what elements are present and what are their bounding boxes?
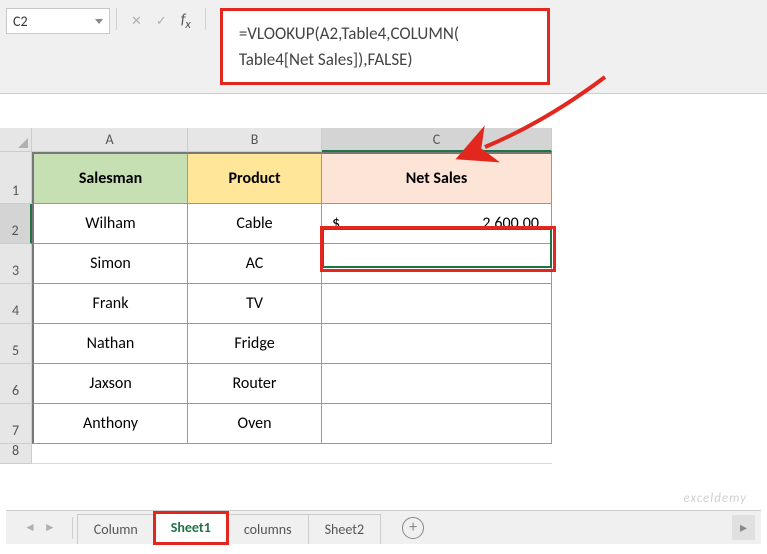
header-salesman[interactable]: Salesman bbox=[32, 152, 188, 204]
separator bbox=[72, 517, 73, 539]
cell-b7[interactable]: Oven bbox=[188, 404, 322, 444]
sheet-tabs-bar: ◄ ► Column Sheet1 columns Sheet2 + ▸ bbox=[6, 510, 761, 544]
row-header-5[interactable]: 5 bbox=[0, 324, 32, 364]
row-header-3[interactable]: 3 bbox=[0, 244, 32, 284]
nav-next-icon[interactable]: ► bbox=[44, 520, 56, 535]
cell-b5[interactable]: Fridge bbox=[188, 324, 322, 364]
tabs-strip: Column Sheet1 columns Sheet2 bbox=[77, 512, 380, 544]
tab-column[interactable]: Column bbox=[77, 514, 155, 544]
formula-bar: C2 ✕ ✓ fx =VLOOKUP(A2,Table4,COLUMN( Tab… bbox=[0, 0, 767, 94]
table-row: 2 Wilham Cable $ 2,600.00 bbox=[0, 204, 767, 244]
separator bbox=[116, 8, 117, 30]
cell-a5[interactable]: Nathan bbox=[32, 324, 188, 364]
cell-c7[interactable] bbox=[322, 404, 552, 444]
cell-b6[interactable]: Router bbox=[188, 364, 322, 404]
table-row: 1 Salesman Product Net Sales bbox=[0, 152, 767, 204]
cell-c6[interactable] bbox=[322, 364, 552, 404]
cell-b3[interactable]: AC bbox=[188, 244, 322, 284]
nav-prev-icon[interactable]: ◄ bbox=[24, 520, 36, 535]
fx-icon[interactable]: fx bbox=[181, 11, 191, 32]
cell-c4[interactable] bbox=[322, 284, 552, 324]
table-row: 7 Anthony Oven bbox=[0, 404, 767, 444]
tabs-scroll-right[interactable]: ▸ bbox=[732, 515, 755, 540]
currency-symbol: $ bbox=[330, 214, 340, 233]
add-sheet-button[interactable]: + bbox=[402, 517, 424, 539]
formula-line-1: =VLOOKUP(A2,Table4,COLUMN( bbox=[239, 21, 531, 47]
chevron-down-icon[interactable] bbox=[95, 19, 103, 24]
cell-c3[interactable] bbox=[322, 244, 552, 284]
cancel-icon[interactable]: ✕ bbox=[131, 14, 142, 29]
cell-b8[interactable] bbox=[188, 444, 322, 464]
formula-callout: =VLOOKUP(A2,Table4,COLUMN( Table4[Net Sa… bbox=[220, 8, 550, 85]
cell-a8[interactable] bbox=[32, 444, 188, 464]
row-header-2[interactable]: 2 bbox=[0, 204, 32, 244]
spreadsheet-grid[interactable]: A B C 1 Salesman Product Net Sales 2 Wil… bbox=[0, 128, 767, 464]
row-header-8[interactable]: 8 bbox=[0, 444, 32, 464]
table-row: 3 Simon AC bbox=[0, 244, 767, 284]
tab-sheet2[interactable]: Sheet2 bbox=[308, 514, 381, 544]
watermark: exceldemy bbox=[683, 491, 747, 506]
col-header-b[interactable]: B bbox=[188, 128, 322, 152]
header-product[interactable]: Product bbox=[188, 152, 322, 204]
row-header-7[interactable]: 7 bbox=[0, 404, 32, 444]
cell-a2[interactable]: Wilham bbox=[32, 204, 188, 244]
formula-buttons: ✕ ✓ fx bbox=[123, 8, 199, 34]
cell-c2[interactable]: $ 2,600.00 bbox=[322, 204, 552, 244]
header-netsales[interactable]: Net Sales bbox=[322, 152, 552, 204]
nav-arrows: ◄ ► bbox=[12, 520, 68, 535]
cell-c5[interactable] bbox=[322, 324, 552, 364]
table-row: 6 Jaxson Router bbox=[0, 364, 767, 404]
cell-a7[interactable]: Anthony bbox=[32, 404, 188, 444]
tab-columns[interactable]: columns bbox=[227, 514, 309, 544]
name-box[interactable]: C2 bbox=[6, 8, 110, 34]
cell-value: 2,600.00 bbox=[482, 214, 543, 233]
separator bbox=[205, 8, 206, 30]
row-header-1[interactable]: 1 bbox=[0, 152, 32, 204]
enter-icon[interactable]: ✓ bbox=[156, 14, 167, 29]
cell-a3[interactable]: Simon bbox=[32, 244, 188, 284]
table-row: 5 Nathan Fridge bbox=[0, 324, 767, 364]
cell-b2[interactable]: Cable bbox=[188, 204, 322, 244]
select-all-button[interactable] bbox=[0, 128, 32, 152]
name-box-value: C2 bbox=[13, 13, 28, 30]
table-row: 4 Frank TV bbox=[0, 284, 767, 324]
row-header-4[interactable]: 4 bbox=[0, 284, 32, 324]
cell-b4[interactable]: TV bbox=[188, 284, 322, 324]
row-header-6[interactable]: 6 bbox=[0, 364, 32, 404]
cell-a6[interactable]: Jaxson bbox=[32, 364, 188, 404]
tab-sheet1[interactable]: Sheet1 bbox=[154, 512, 228, 544]
column-headers: A B C bbox=[32, 128, 767, 152]
cell-a4[interactable]: Frank bbox=[32, 284, 188, 324]
formula-line-2: Table4[Net Sales]),FALSE) bbox=[239, 47, 531, 73]
col-header-c[interactable]: C bbox=[322, 128, 552, 152]
table-row: 8 bbox=[0, 444, 767, 464]
col-header-a[interactable]: A bbox=[32, 128, 188, 152]
cell-c8[interactable] bbox=[322, 444, 552, 464]
